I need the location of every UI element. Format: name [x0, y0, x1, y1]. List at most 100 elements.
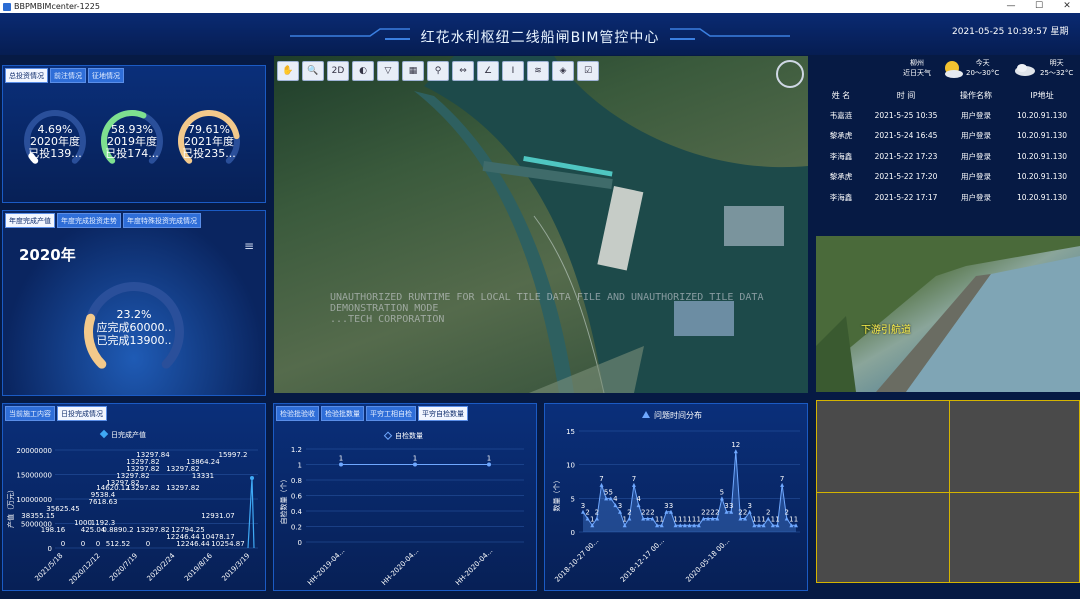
data-label: 512.52	[106, 540, 131, 548]
angle-icon[interactable]: ∠	[477, 61, 499, 81]
weather-today-label: 今天	[975, 59, 990, 67]
data-label: 3	[669, 502, 673, 510]
cloud-icon	[1014, 62, 1036, 76]
data-label: 4	[636, 495, 641, 503]
legend-marker	[383, 431, 393, 440]
log-cell: 2021-5-22 17:17	[874, 192, 938, 202]
y-tick: 0.4	[291, 508, 303, 516]
data-label: 1	[339, 455, 343, 463]
hamburger-icon[interactable]: ≡	[244, 239, 254, 253]
annual-output-panel: 年度完成产值 年度完成投资走势 年度特殊投资完成情况 2020年 ≡ 23.2%…	[2, 210, 266, 396]
log-cell: 10.20.91.130	[1016, 131, 1068, 141]
map-toolbar: ✋ 🔍 2D ◐ ▽ ▦ ⚲ ⇔ ∠ I ≋ ◈ ☑	[277, 61, 599, 81]
x-tick: HH-2020-04...	[454, 547, 494, 587]
daily-output-chart: 日完成产值20000000150000001000000050000000产值（…	[6, 429, 258, 586]
weather-today: 今天 20～30°C	[966, 58, 999, 78]
gauge-2019-pct: 58.93%	[111, 124, 153, 136]
tab-annual-output[interactable]: 年度完成产值	[5, 213, 55, 228]
data-label: 13297.82	[166, 484, 199, 492]
y-tick: 0	[571, 529, 575, 537]
output-line	[247, 477, 255, 549]
tab-land-acquisition[interactable]: 征地情况	[88, 68, 124, 83]
video-feed[interactable]: 下游引航道	[816, 236, 1080, 392]
log-row[interactable]: 黎承虎 2021-5-22 17:20 用户登录 10.20.91.130	[816, 167, 1078, 188]
watermark-line-1: UNAUTHORIZED RUNTIME FOR LOCAL TILE DATA…	[330, 292, 764, 303]
series-point	[631, 482, 636, 487]
data-label: 0	[146, 540, 150, 548]
data-label: 13864.24	[186, 458, 220, 466]
data-label: 2	[627, 509, 631, 517]
layers-icon[interactable]: ≋	[527, 61, 549, 81]
data-label: 1	[659, 515, 663, 523]
data-label: 1	[794, 515, 798, 523]
tab-batch-accept[interactable]: 检验批验收	[276, 406, 319, 421]
log-cell: 李海鑫	[829, 151, 853, 161]
text-icon[interactable]: I	[502, 61, 524, 81]
log-header-name: 姓 名	[831, 90, 851, 100]
data-label: 1	[413, 455, 417, 463]
data-label: 10254.87	[211, 540, 244, 548]
log-header-time: 时 间	[896, 90, 916, 100]
log-cell: 10.20.91.130	[1016, 110, 1068, 120]
tab-self-check-count[interactable]: 平穷自检数量	[418, 406, 468, 421]
tab-self-check[interactable]: 平穷工相自检	[366, 406, 416, 421]
close-button[interactable]: ✕	[1056, 0, 1078, 13]
hand-icon[interactable]: ✋	[277, 61, 299, 81]
log-cell: 10.20.91.130	[1016, 192, 1068, 202]
log-row[interactable]: 李海鑫 2021-5-22 17:17 用户登录 10.20.91.130	[816, 187, 1078, 208]
minimize-button[interactable]: —	[1000, 0, 1022, 13]
data-label: 13297.82	[126, 484, 159, 492]
log-table: 姓 名 时 间 操作名称 IP地址 韦嘉涟 2021-5-25 10:35 用户登录…	[816, 85, 1078, 208]
grid-icon[interactable]: ▦	[402, 61, 424, 81]
y-tick: 10000000	[16, 496, 52, 504]
investment-panel: 总投资情况 前注情况 征地情况 4.69% 2020年度 已投139... 58…	[2, 65, 266, 203]
log-body: 韦嘉涟 2021-5-25 10:35 用户登录 10.20.91.130 黎承虎 202…	[816, 105, 1078, 208]
y-tick: 0.6	[291, 493, 303, 501]
log-row[interactable]: 李海鑫 2021-5-22 17:23 用户登录 10.20.91.130	[816, 146, 1078, 167]
tab-daily-investment[interactable]: 日投完成情况	[57, 406, 107, 421]
annual-gauge: 23.2% 应完成60000.. 已完成13900..	[83, 281, 185, 383]
y-axis-label: 自检数量（个）	[279, 476, 288, 525]
self-check-chart: 自检数量 0 0.2 0.4 0.6 0.8 1 1.2 自检数量（个） 1 1 1 HH-2019-0…	[279, 431, 524, 587]
y-axis-label: 数量（个）	[552, 477, 561, 512]
cube-icon[interactable]: ◈	[552, 61, 574, 81]
zoom-icon[interactable]: 🔍	[302, 61, 324, 81]
log-cell: 韦嘉涟	[829, 110, 853, 120]
gauge-2019-year: 2019年度	[107, 136, 157, 148]
data-label: 2	[595, 509, 599, 517]
triangle-icon[interactable]: ▽	[377, 61, 399, 81]
tab-annual-trend[interactable]: 年度完成投资走势	[57, 213, 121, 228]
map-watermark: UNAUTHORIZED RUNTIME FOR LOCAL TILE DATA…	[330, 292, 763, 325]
maximize-button[interactable]: ☐	[1028, 0, 1050, 13]
log-cell: 2021-5-22 17:20	[874, 172, 938, 182]
gauge-2021-year: 2021年度	[184, 136, 234, 148]
inspection-panel: 检验批验收 检验批数量 平穷工相自检 平穷自检数量 自检数量 0 0.2 0.4 0.6…	[273, 403, 537, 591]
tab-current-construction[interactable]: 当前施工内容	[5, 406, 55, 421]
tab-batch-count[interactable]: 检验批数量	[321, 406, 364, 421]
y-tick: 0.2	[291, 524, 302, 532]
check-icon[interactable]: ☑	[577, 61, 599, 81]
pin-icon[interactable]: ⚲	[427, 61, 449, 81]
2d-icon[interactable]: 2D	[327, 61, 349, 81]
weather-location: 柳州 近日天气	[903, 58, 931, 78]
compass-icon[interactable]	[776, 60, 804, 88]
tab-annual-special[interactable]: 年度特殊投资完成情况	[123, 213, 201, 228]
y-tick: 5	[571, 495, 575, 503]
legend-label: 日完成产值	[111, 430, 146, 439]
weather-tomorrow-label: 明天	[1049, 59, 1064, 67]
x-tick: 2021/5/18	[33, 552, 64, 583]
data-label: 38355.15	[21, 512, 54, 520]
bim-3d-view[interactable]	[274, 56, 808, 393]
tab-total-investment[interactable]: 总投资情况	[5, 68, 48, 83]
log-row[interactable]: 黎承虎 2021-5-24 16:45 用户登录 10.20.91.130	[816, 126, 1078, 147]
globe-icon[interactable]: ◐	[352, 61, 374, 81]
video-grid[interactable]	[816, 400, 1080, 583]
measure-icon[interactable]: ⇔	[452, 61, 474, 81]
data-label: 1	[775, 515, 779, 523]
gauge-2021: 79.61% 2021年度 已投235...	[177, 109, 241, 173]
tab-pre-injection[interactable]: 前注情况	[50, 68, 86, 83]
y-tick: 1	[298, 462, 302, 470]
log-row[interactable]: 韦嘉涟 2021-5-25 10:35 用户登录 10.20.91.130	[816, 105, 1078, 126]
gauge-2020-note: 已投139...	[28, 148, 82, 160]
annual-gauge-due: 应完成60000..	[96, 321, 172, 334]
